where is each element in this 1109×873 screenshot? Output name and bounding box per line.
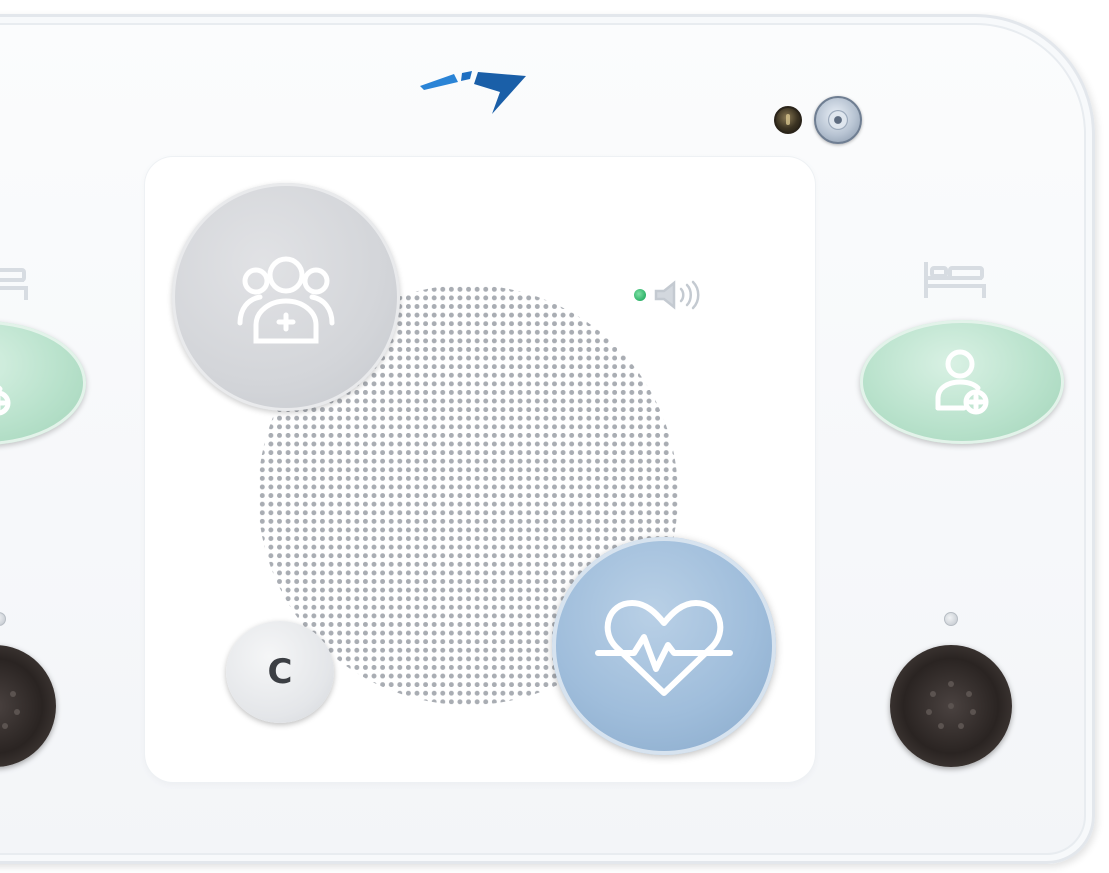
cancel-button[interactable]: C xyxy=(226,621,334,723)
emergency-button[interactable] xyxy=(552,537,776,755)
cancel-button-label: C xyxy=(267,652,293,692)
jack-pins-icon xyxy=(926,681,976,729)
jack-pins-icon xyxy=(2,691,20,729)
nurse-icon xyxy=(935,349,989,415)
nurse-call-console: C xyxy=(0,0,1109,873)
brand-logo xyxy=(420,71,526,114)
staff-assist-button[interactable] xyxy=(172,183,400,411)
bed-icon xyxy=(924,262,986,298)
jack-port-right[interactable] xyxy=(890,645,1012,767)
status-indicator xyxy=(774,106,802,134)
care-team-icon xyxy=(237,256,335,344)
heart-pulse-icon xyxy=(595,600,733,696)
jack-indicator-right xyxy=(944,612,958,626)
nurse-icon xyxy=(0,385,11,416)
nurse-call-button-right[interactable] xyxy=(860,320,1064,444)
camera-lens-icon xyxy=(814,96,862,144)
bed-icon xyxy=(0,268,28,300)
volume-indicator-led xyxy=(634,289,646,301)
speaker-volume-icon xyxy=(654,280,700,310)
